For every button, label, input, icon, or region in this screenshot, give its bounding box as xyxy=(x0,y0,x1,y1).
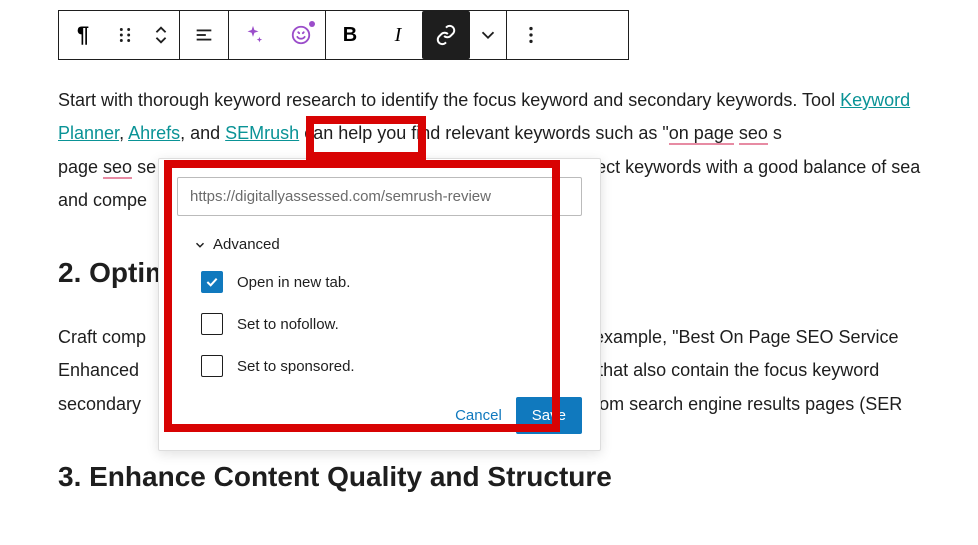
option-nofollow[interactable]: Set to nofollow. xyxy=(201,313,582,335)
save-button[interactable]: Save xyxy=(516,397,582,434)
chevron-down-icon xyxy=(193,238,207,252)
cancel-button[interactable]: Cancel xyxy=(455,407,502,424)
bold-button[interactable]: B xyxy=(326,11,374,59)
link-url-input[interactable] xyxy=(177,177,582,216)
checkbox-nofollow[interactable] xyxy=(201,313,223,335)
more-rich-text-dropdown[interactable] xyxy=(470,11,506,59)
link-settings-popup: Advanced Open in new tab. Set to nofollo… xyxy=(158,158,601,451)
misspelled-text: seo xyxy=(739,123,768,145)
option-label: Set to sponsored. xyxy=(237,358,355,375)
option-label: Open in new tab. xyxy=(237,274,350,291)
option-open-new-tab[interactable]: Open in new tab. xyxy=(201,271,582,293)
align-icon[interactable] xyxy=(180,11,228,59)
more-options-icon[interactable] xyxy=(507,11,555,59)
link-ahrefs[interactable]: Ahrefs xyxy=(128,123,180,143)
check-icon xyxy=(204,274,220,290)
link-semrush[interactable]: SEMrush xyxy=(225,123,299,143)
block-toolbar: ¶ B I xyxy=(58,10,629,60)
ai-sparkle-icon[interactable] xyxy=(229,11,277,59)
drag-handle-icon[interactable] xyxy=(107,11,143,59)
option-sponsored[interactable]: Set to sponsored. xyxy=(201,355,582,377)
paragraph-block-icon[interactable]: ¶ xyxy=(59,11,107,59)
checkbox-sponsored[interactable] xyxy=(201,355,223,377)
ai-assist-icon[interactable] xyxy=(277,11,325,59)
link-button[interactable] xyxy=(422,11,470,59)
move-up-down-icon[interactable] xyxy=(143,11,179,59)
advanced-toggle[interactable]: Advanced xyxy=(193,236,582,253)
misspelled-text: on page xyxy=(669,123,734,145)
heading-3: 3. Enhance Content Quality and Structure xyxy=(58,451,978,503)
misspelled-text: seo xyxy=(103,157,132,179)
checkbox-open-new-tab[interactable] xyxy=(201,271,223,293)
option-label: Set to nofollow. xyxy=(237,316,339,333)
italic-button[interactable]: I xyxy=(374,11,422,59)
